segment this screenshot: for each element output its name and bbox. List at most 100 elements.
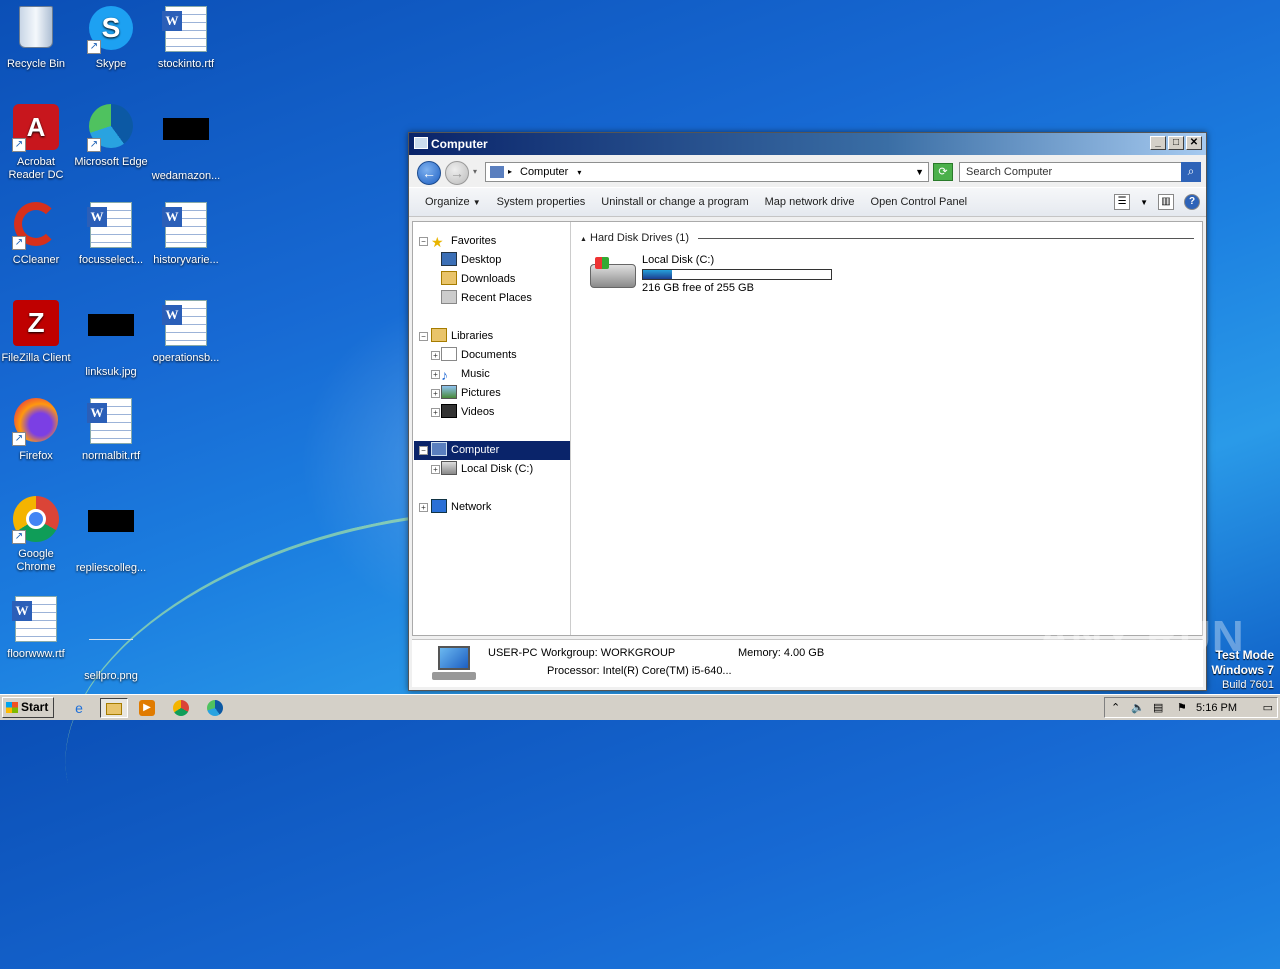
desktop-icon-firefox[interactable]: ↗ Firefox (0, 398, 74, 463)
recent-pages-chevron-icon[interactable]: ▾ (473, 167, 477, 176)
clock[interactable]: 5:16 PM (1196, 700, 1237, 716)
view-dropdown-icon[interactable]: ▼ (1140, 198, 1148, 207)
preview-pane-icon[interactable]: ▥ (1158, 194, 1174, 210)
organize-button[interactable]: Organize ▼ (417, 196, 489, 208)
drive-name: Local Disk (C:) (642, 254, 715, 266)
file-icon (87, 510, 135, 558)
address-bar[interactable]: ▸ Computer ▾ ▼ (485, 162, 929, 182)
expand-documents-icon[interactable]: + (431, 351, 440, 360)
minimize-button[interactable]: _ (1150, 136, 1166, 150)
collapse-libraries-icon[interactable]: − (419, 332, 428, 341)
drive-item-local-disk[interactable]: Local Disk (C:) 216 GB free of 255 GB (590, 254, 850, 298)
taskbar: Start e ▶ ⌃ 🔈 ▤ ⚑ 5:16 PM ▭ (0, 694, 1280, 720)
pictures-icon (441, 385, 457, 400)
desktop-icon-linksuk[interactable]: linksuk.jpg (73, 300, 149, 379)
desktop-icon-stockinto[interactable]: W stockinto.rtf (148, 6, 224, 71)
nav-recent-places[interactable]: Recent Places (441, 289, 532, 308)
uninstall-program-button[interactable]: Uninstall or change a program (593, 196, 756, 208)
nav-local-disk[interactable]: Local Disk (C:) (441, 460, 533, 479)
desktop-icon-filezilla[interactable]: Z FileZilla Client (0, 300, 74, 365)
expand-music-icon[interactable]: + (431, 370, 440, 379)
expand-videos-icon[interactable]: + (431, 408, 440, 417)
expand-network-icon[interactable]: + (419, 503, 428, 512)
breadcrumb-chevron-icon[interactable]: ▾ (577, 168, 581, 177)
desktop-icon-sellpro[interactable]: sellpro.png (73, 596, 149, 683)
rtf-document-icon: W (162, 202, 210, 250)
taskbar-edge-icon[interactable] (204, 698, 226, 718)
collapse-favorites-icon[interactable]: − (419, 237, 428, 246)
processor: Processor: Intel(R) Core(TM) i5-640... (547, 665, 732, 677)
desktop-icon-normalbit[interactable]: W normalbit.rtf (73, 398, 149, 463)
taskbar-ie-icon[interactable]: e (68, 698, 90, 718)
view-options-icon[interactable]: ☰ (1114, 194, 1131, 210)
maximize-button[interactable]: □ (1168, 136, 1184, 150)
show-desktop-icon[interactable]: ▭ (1263, 700, 1273, 716)
open-control-panel-button[interactable]: Open Control Panel (863, 196, 976, 208)
nav-network[interactable]: Network (431, 498, 491, 517)
chevron-down-icon: ▼ (472, 198, 481, 207)
window-title: Computer (431, 137, 488, 151)
map-network-drive-button[interactable]: Map network drive (757, 196, 863, 208)
help-icon[interactable]: ? (1184, 194, 1200, 210)
file-icon (162, 118, 210, 166)
test-mode-notice: Test Mode Windows 7 Build 7601 (1211, 648, 1274, 691)
back-button[interactable]: ← (417, 161, 441, 185)
title-bar[interactable]: Computer _ □ ✕ (409, 133, 1206, 155)
network-status-icon[interactable]: ▤ (1153, 700, 1163, 716)
volume-icon[interactable]: 🔈 (1131, 700, 1145, 716)
nav-videos[interactable]: Videos (441, 403, 494, 422)
search-icon[interactable]: ⌕ (1181, 162, 1201, 182)
show-hidden-icons-icon[interactable]: ⌃ (1111, 700, 1120, 716)
desktop-icon (441, 252, 457, 267)
start-button[interactable]: Start (2, 697, 54, 718)
desktop-icon-ccleaner[interactable]: ↗ CCleaner (0, 202, 74, 267)
rtf-document-icon: W (87, 202, 135, 250)
firefox-icon: ↗ (12, 398, 60, 446)
desktop-icon-historyvarie[interactable]: W historyvarie... (148, 202, 224, 267)
close-button[interactable]: ✕ (1186, 136, 1202, 150)
hard-drive-icon (590, 257, 636, 288)
forward-button[interactable]: → (445, 161, 469, 185)
nav-downloads[interactable]: Downloads (441, 270, 515, 289)
nav-documents[interactable]: Documents (441, 346, 517, 365)
libraries-folder-icon (431, 328, 447, 343)
nav-music[interactable]: ♪ Music (441, 365, 490, 384)
nav-pictures[interactable]: Pictures (441, 384, 501, 403)
refresh-button[interactable]: ⟳ (933, 163, 953, 181)
nav-libraries[interactable]: Libraries (431, 327, 493, 346)
desktop-icon-operationsb[interactable]: W operationsb... (148, 300, 224, 365)
nav-computer[interactable]: Computer (414, 441, 570, 460)
address-dropdown-icon[interactable]: ▼ (915, 163, 924, 181)
collapse-computer-icon[interactable]: − (419, 446, 428, 455)
pc-name: USER-PC (488, 647, 538, 659)
navigation-pane: − ★ Favorites Desktop Downloads Recent Pl… (413, 222, 571, 635)
desktop-icon-floorwww[interactable]: W floorwww.rtf (0, 596, 74, 661)
group-header-hard-disk-drives[interactable]: ▲ Hard Disk Drives (1) (580, 232, 1194, 244)
desktop-icon-focusselect[interactable]: W focusselect... (73, 202, 149, 267)
taskbar-chrome-icon[interactable] (170, 698, 192, 718)
group-divider (698, 238, 1194, 239)
system-properties-button[interactable]: System properties (489, 196, 594, 208)
content-area: − ★ Favorites Desktop Downloads Recent Pl… (412, 221, 1203, 636)
action-center-flag-icon[interactable]: ⚑ (1177, 700, 1187, 716)
nav-desktop[interactable]: Desktop (441, 251, 501, 270)
desktop-icon-wedamazon[interactable]: wedamazon... (148, 104, 224, 183)
filezilla-icon: Z (12, 300, 60, 348)
rtf-document-icon: W (162, 6, 210, 54)
taskbar-media-player-icon[interactable]: ▶ (136, 698, 158, 718)
desktop-icon-acrobat[interactable]: A ↗ Acrobat Reader DC (0, 104, 74, 182)
search-input[interactable]: Search Computer ⌕ (959, 162, 1201, 182)
desktop-icon-edge[interactable]: ↗ Microsoft Edge (73, 104, 149, 169)
taskbar-explorer-icon[interactable] (100, 698, 128, 718)
expand-pictures-icon[interactable]: + (431, 389, 440, 398)
desktop-icon-recycle-bin[interactable]: Recycle Bin (0, 6, 74, 71)
desktop-icon-skype[interactable]: S ↗ Skype (73, 6, 149, 71)
address-text: Computer (520, 166, 569, 178)
expand-local-disk-icon[interactable]: + (431, 465, 440, 474)
search-placeholder: Search Computer (966, 166, 1053, 178)
breadcrumb-arrow-icon[interactable]: ▸ (508, 163, 512, 181)
forward-arrow-icon: → (450, 165, 464, 181)
nav-favorites[interactable]: ★ Favorites (431, 232, 496, 251)
desktop-icon-repliescolleg[interactable]: repliescolleg... (73, 496, 149, 575)
desktop-icon-chrome[interactable]: ↗ Google Chrome (0, 496, 74, 574)
